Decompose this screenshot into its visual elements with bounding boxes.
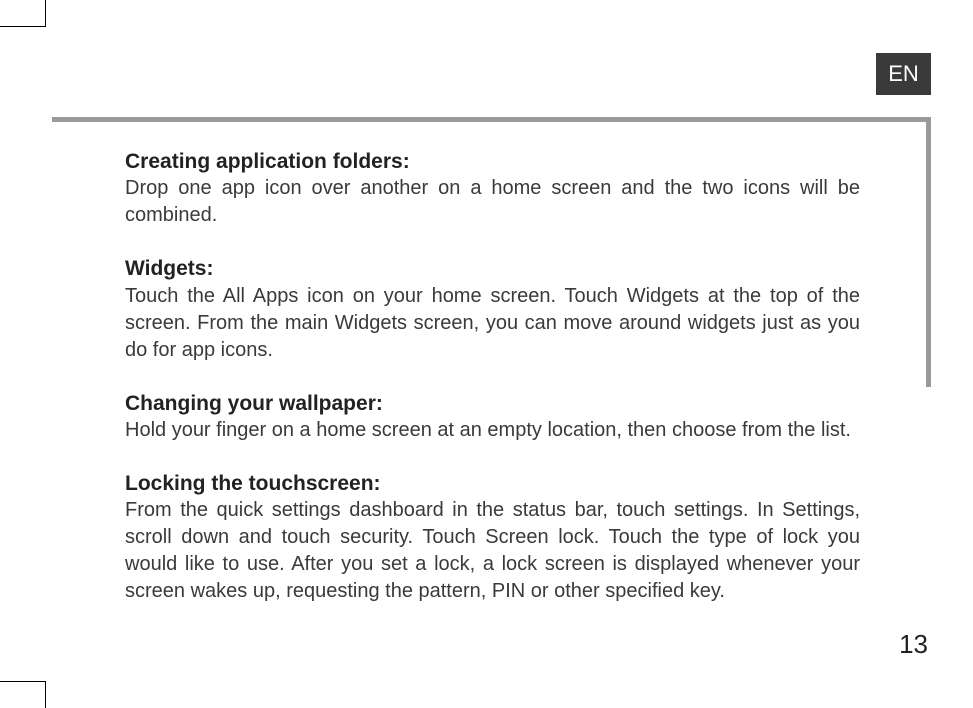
section-locking: Locking the touchscreen: From the quick … <box>125 470 860 605</box>
language-tab: EN <box>876 53 931 95</box>
section-body: From the quick settings dashboard in the… <box>125 497 860 605</box>
section-heading: Locking the touchscreen: <box>125 470 860 497</box>
side-rule <box>926 117 931 387</box>
section-body: Hold your finger on a home screen at an … <box>125 417 860 444</box>
page-content: Creating application folders: Drop one a… <box>125 148 860 631</box>
section-heading: Widgets: <box>125 255 860 282</box>
crop-mark <box>45 681 46 708</box>
section-body: Drop one app icon over another on a home… <box>125 175 860 229</box>
page-number: 13 <box>899 629 928 660</box>
crop-mark <box>0 26 45 27</box>
top-rule <box>52 117 931 122</box>
section-body: Touch the All Apps icon on your home scr… <box>125 283 860 364</box>
crop-mark <box>0 681 45 682</box>
section-heading: Changing your wallpaper: <box>125 390 860 417</box>
section-wallpaper: Changing your wallpaper: Hold your finge… <box>125 390 860 444</box>
section-widgets: Widgets: Touch the All Apps icon on your… <box>125 255 860 363</box>
section-creating-folders: Creating application folders: Drop one a… <box>125 148 860 229</box>
section-heading: Creating application folders: <box>125 148 860 175</box>
crop-mark <box>45 0 46 27</box>
